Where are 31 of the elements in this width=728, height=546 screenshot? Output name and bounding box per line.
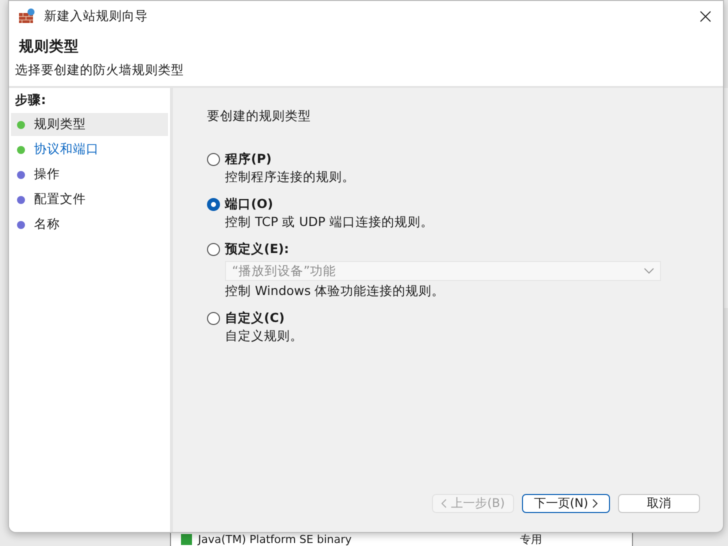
step-item: 规则类型	[11, 113, 168, 136]
firewall-icon	[18, 8, 36, 24]
prompt-text: 要创建的规则类型	[207, 108, 312, 125]
row-profile: 专用	[520, 532, 542, 546]
radio-button[interactable]	[207, 153, 220, 166]
step-item[interactable]: 协议和端口	[11, 138, 168, 161]
step-item: 操作	[11, 163, 168, 186]
option-label[interactable]: 程序(P)	[225, 151, 355, 168]
steps-heading: 步骤:	[15, 92, 47, 109]
step-item: 名称	[11, 213, 168, 236]
close-icon	[700, 10, 710, 22]
option-label[interactable]: 预定义(E):	[225, 241, 661, 258]
chevron-left-icon	[441, 499, 448, 508]
option-description: 控制 Windows 体验功能连接的规则。	[225, 283, 446, 300]
radio-button[interactable]	[207, 312, 220, 325]
option-description: 控制 TCP 或 UDP 端口连接的规则。	[225, 214, 434, 231]
page-title: 规则类型	[19, 38, 80, 56]
window-title: 新建入站规则向导	[44, 8, 149, 24]
option-label[interactable]: 端口(O)	[225, 196, 434, 213]
option-description: 控制程序连接的规则。	[225, 169, 355, 186]
step-item: 配置文件	[11, 188, 168, 211]
row-name: Java(TM) Platform SE binary	[198, 532, 352, 546]
option-label[interactable]: 自定义(C)	[225, 310, 303, 327]
chevron-down-icon	[644, 268, 654, 274]
radio-button[interactable]	[207, 198, 220, 211]
cancel-button[interactable]: 取消	[618, 494, 700, 513]
chevron-right-icon	[592, 499, 598, 508]
radio-button[interactable]	[207, 243, 220, 256]
page-subtitle: 选择要创建的防火墙规则类型	[15, 62, 185, 79]
option-description: 自定义规则。	[225, 328, 303, 345]
next-button[interactable]: 下一页(N)	[522, 494, 610, 513]
